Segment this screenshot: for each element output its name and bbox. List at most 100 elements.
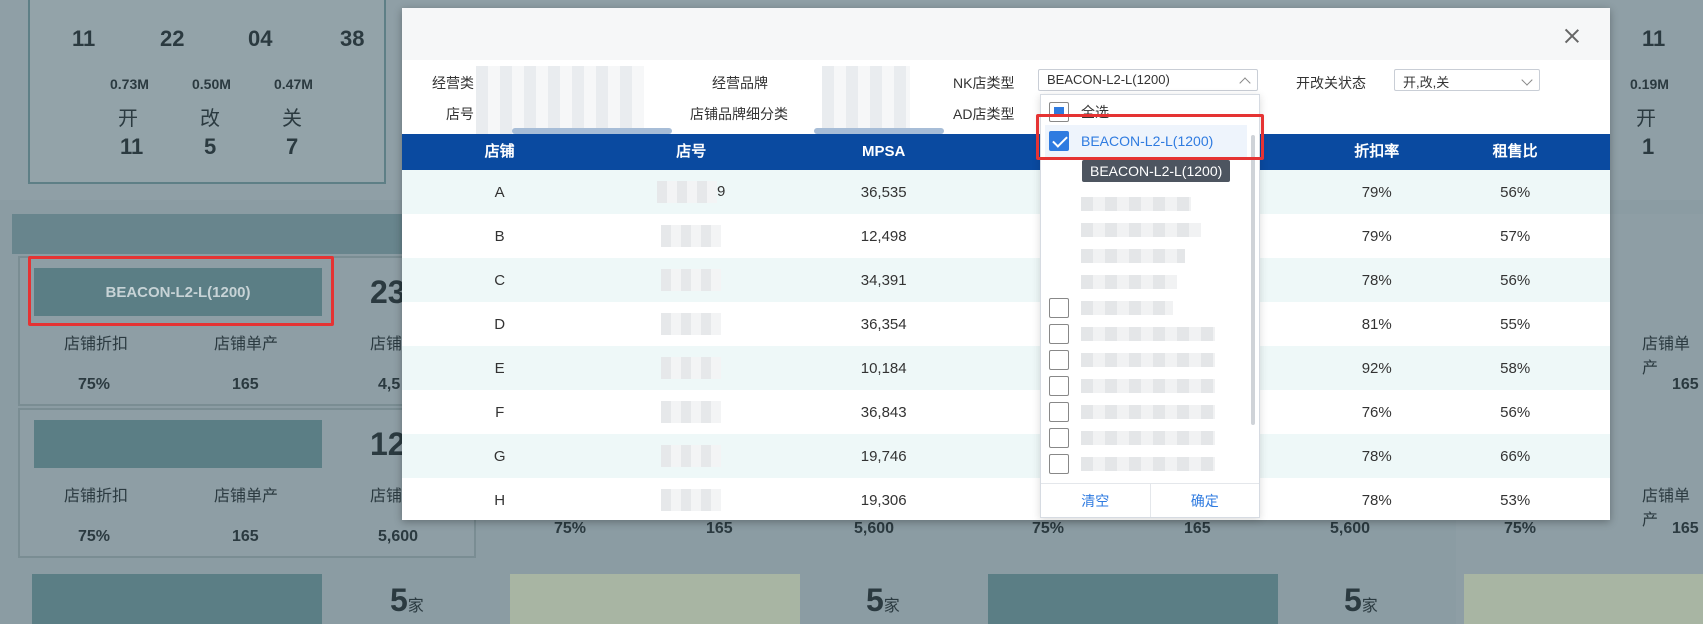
discount-cell: 76% [1361,403,1392,421]
redacted-store-no [657,181,718,203]
dropdown-option[interactable] [1049,321,1245,347]
modal-header [402,8,1610,60]
nk-store-type-select[interactable]: BEACON-L2-L(1200) [1038,69,1258,91]
option-checkbox[interactable] [1049,454,1069,474]
redacted-option-label [1081,301,1173,315]
dropdown-option[interactable] [1049,399,1245,425]
card-third-value: 4,5 [378,376,401,393]
dropdown-option[interactable] [1049,243,1245,269]
col-store-no[interactable]: 店号 [597,134,785,170]
business-type-select[interactable] [476,66,644,134]
card-output-value: 165 [232,528,259,545]
card-brand-bar[interactable] [988,574,1278,624]
bottom-third: 5,600 [854,520,895,537]
col-mpsa[interactable]: MPSA [785,134,982,170]
option-checkbox[interactable] [1049,324,1069,344]
mpsa-cell: 19,306 [860,491,907,509]
dropdown-option[interactable] [1049,451,1245,477]
col-rent-ratio[interactable]: 租售比 [1420,134,1610,170]
redacted-option-label [1081,275,1177,289]
option-checkbox[interactable] [1049,376,1069,396]
table-row[interactable]: G 19,746 78% 66% [402,434,1610,478]
status-value: 开,改,关 [1403,75,1450,90]
dropdown-option[interactable] [1049,347,1245,373]
option-checkbox[interactable] [1049,428,1069,448]
mini-value: 0.73M [110,76,149,92]
top-number: 38 [340,26,365,51]
card-brand-bar[interactable] [1464,574,1703,624]
confirm-button[interactable]: 确定 [1149,484,1260,517]
table-row[interactable]: C 34,391 78% 56% [402,258,1610,302]
bottom-store-count: 5家 [1344,582,1378,619]
status-change-count: 5 [204,134,217,159]
status-close-label: 关 [282,108,302,130]
table-row[interactable]: E 10,184 92% 58% [402,346,1610,390]
status-change-label: 改 [200,108,220,130]
clear-button[interactable]: 清空 [1041,484,1150,517]
card-output-label: 店铺单产 [214,488,279,505]
redacted-store-no [661,313,722,335]
bottom-store-count-value: 5 [1344,582,1362,618]
table-row[interactable]: D 36,354 81% 55% [402,302,1610,346]
dropdown-option[interactable] [1049,191,1245,217]
chevron-up-icon [1239,77,1251,89]
nk-store-type-label: NK店类型 [953,75,1015,91]
card-third-label: 店铺 [370,336,403,353]
right-card-output-label: 店铺单产 [1642,336,1691,377]
status-select[interactable]: 开,改,关 [1394,69,1540,91]
redacted-store-no [661,357,722,379]
status-open-count-right: 1 [1642,134,1655,159]
col-discount[interactable]: 折扣率 [1333,134,1420,170]
dropdown-option[interactable] [1049,269,1245,295]
redacted-option-label [1081,327,1215,341]
shop-cell: A [494,183,505,201]
card-brand-label[interactable] [34,420,322,468]
shop-cell: C [494,271,506,289]
dropdown-scrollbar[interactable] [1251,135,1255,425]
discount-cell: 81% [1361,315,1392,333]
dropdown-option[interactable] [1049,373,1245,399]
unit-label: 家 [1361,598,1378,615]
shop-cell: H [494,491,506,509]
redacted-option-label [1081,197,1191,211]
option-tooltip: BEACON-L2-L(1200) [1082,160,1231,182]
bottom-store-count: 5家 [390,582,424,619]
card-third-label: 店铺 [370,488,403,505]
card-store-count: 12 [370,426,406,462]
redacted-option-label [1081,353,1215,367]
card-discount-label: 店铺折扣 [64,488,129,505]
bottom-store-count: 5家 [866,582,900,619]
dropdown-option[interactable] [1049,425,1245,451]
shop-cell: G [493,447,506,465]
rent-ratio-cell: 56% [1500,403,1531,421]
rent-ratio-cell: 55% [1500,315,1531,333]
option-checkbox[interactable] [1049,350,1069,370]
col-shop[interactable]: 店铺 [402,134,597,170]
table-row[interactable]: A 9 36,535 79% 56% [402,170,1610,214]
bottom-store-count-value: 5 [390,582,408,618]
brand-label: 经营品牌 [712,75,768,91]
dropdown-option[interactable] [1049,217,1245,243]
dropdown-option[interactable] [1049,295,1245,321]
card-output-label: 店铺单产 [214,336,279,353]
card-brand-bar[interactable] [32,574,322,624]
redacted-option-label [1081,379,1215,393]
store-no-suffix: 9 [717,182,726,200]
bottom-third: 5,600 [1330,520,1371,537]
unit-label: 家 [883,598,900,615]
rent-ratio-cell: 58% [1500,359,1531,377]
redacted-option-label [1081,249,1185,263]
bottom-discount: 75% [554,520,587,537]
table-row[interactable]: F 36,843 76% 56% [402,390,1610,434]
discount-cell: 78% [1361,491,1392,509]
table-row[interactable]: H 19,306 78% 53% [402,478,1610,522]
option-checkbox[interactable] [1049,402,1069,422]
brand-select[interactable] [822,66,910,134]
table-row[interactable]: B 12,498 79% 57% [402,214,1610,258]
card-brand-bar[interactable] [510,574,800,624]
store-no-label: 店号 [446,106,474,122]
mpsa-cell: 36,843 [860,403,907,421]
discount-cell: 78% [1361,447,1392,465]
close-icon[interactable] [1564,28,1580,44]
option-checkbox[interactable] [1049,298,1069,318]
